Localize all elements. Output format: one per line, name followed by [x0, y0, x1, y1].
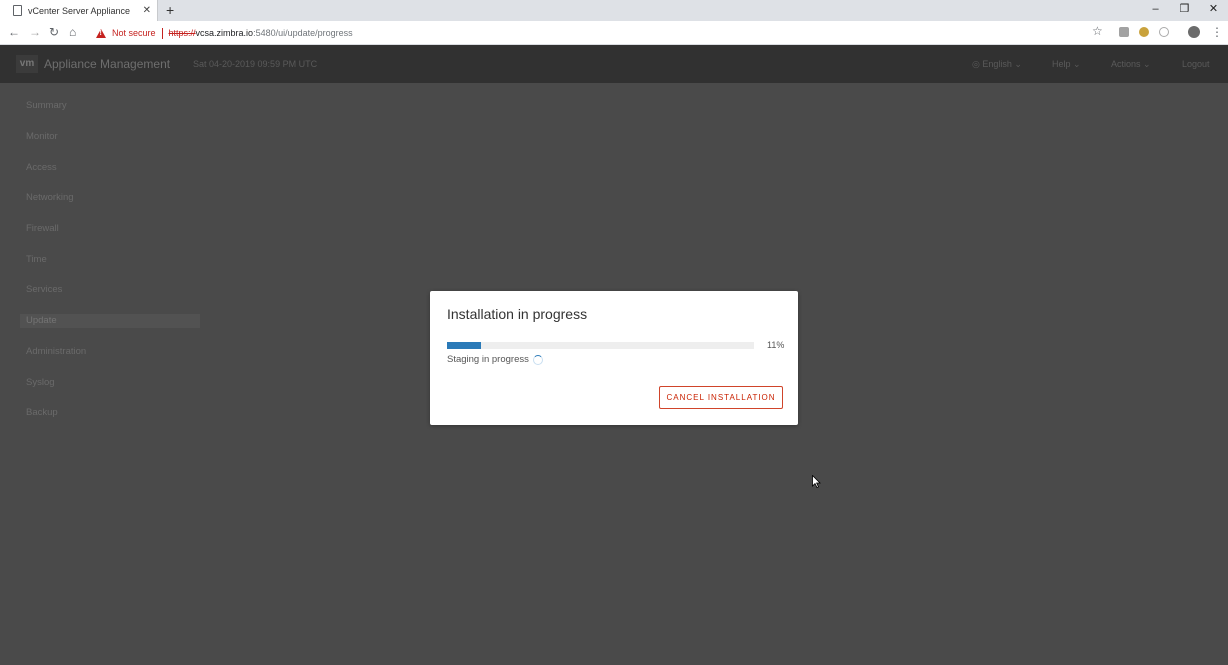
sidebar-item-administration[interactable]: Administration	[20, 345, 200, 359]
sidebar-item-access[interactable]: Access	[20, 161, 200, 175]
extension-icon-2[interactable]	[1139, 27, 1149, 37]
sidebar-item-monitor[interactable]: Monitor	[20, 130, 200, 144]
sidebar-item-backup[interactable]: Backup	[20, 406, 200, 420]
actions-menu[interactable]: Actions ⌄	[1111, 59, 1151, 70]
progress-bar	[447, 342, 754, 349]
vmware-logo: vm	[16, 55, 38, 73]
sidebar-item-time[interactable]: Time	[20, 253, 200, 267]
warning-icon	[96, 28, 106, 38]
status-text: Staging in progress	[447, 354, 529, 365]
browser-tab[interactable]: vCenter Server Appliance ✕	[0, 0, 158, 21]
minimize-button[interactable]: –	[1141, 0, 1170, 21]
app-header: vm Appliance Management Sat 04-20-2019 0…	[0, 45, 1228, 83]
app-title: Appliance Management	[44, 57, 171, 71]
address-bar[interactable]: Not secure https:// vcsa.zimbra.io :5480…	[91, 23, 1111, 43]
extension-icon-1[interactable]	[1119, 27, 1129, 37]
sidebar-item-networking[interactable]: Networking	[20, 191, 200, 205]
sidebar-item-update[interactable]: Update	[20, 314, 200, 328]
back-arrow-icon[interactable]: ←	[8, 25, 20, 39]
browser-toolbar: ← → ↻ ⌂ Not secure https:// vcsa.zimbra.…	[0, 21, 1228, 45]
mouse-cursor-icon	[812, 475, 821, 488]
sidebar-item-summary[interactable]: Summary	[20, 99, 200, 113]
dialog-title: Installation in progress	[447, 306, 588, 322]
new-tab-button[interactable]: +	[166, 2, 174, 18]
url-host: vcsa.zimbra.io	[195, 28, 254, 38]
header-datetime: Sat 04-20-2019 09:59 PM UTC	[193, 59, 318, 69]
close-window-button[interactable]: ✕	[1199, 0, 1228, 21]
url-path: :5480/ui/update/progress	[253, 28, 353, 38]
help-menu[interactable]: Help ⌄	[1052, 59, 1081, 70]
home-icon[interactable]: ⌂	[69, 25, 76, 39]
window-controls: – ❐ ✕	[1141, 0, 1228, 21]
spinner-icon	[532, 354, 543, 365]
browser-menu-icon[interactable]: ⋮	[1211, 25, 1223, 39]
installation-progress-dialog: Installation in progress 11% Staging in …	[430, 291, 798, 425]
not-secure-label[interactable]: Not secure	[112, 28, 156, 38]
tab-title: vCenter Server Appliance	[28, 5, 131, 16]
sidebar-item-syslog[interactable]: Syslog	[20, 376, 200, 390]
page-icon	[13, 5, 22, 16]
bookmark-star-icon[interactable]: ☆	[1092, 24, 1103, 38]
omnibox-separator	[161, 27, 163, 39]
url-scheme: https://	[168, 28, 196, 38]
browser-tab-strip: vCenter Server Appliance ✕ + – ❐ ✕	[0, 0, 1228, 21]
forward-arrow-icon[interactable]: →	[29, 25, 41, 39]
reload-icon[interactable]: ↻	[49, 25, 59, 39]
restore-button[interactable]: ❐	[1170, 0, 1199, 21]
status-row: Staging in progress	[447, 354, 543, 365]
profile-avatar-icon[interactable]	[1188, 26, 1200, 38]
progress-percent: 11%	[767, 340, 785, 350]
sidebar-item-firewall[interactable]: Firewall	[20, 222, 200, 236]
sidebar-item-services[interactable]: Services	[20, 283, 200, 297]
progress-bar-fill	[447, 342, 481, 349]
extension-icon-3[interactable]	[1159, 27, 1169, 37]
language-menu[interactable]: ◎ English ⌄	[972, 59, 1022, 70]
tab-close-icon[interactable]: ✕	[143, 5, 151, 16]
logout-link[interactable]: Logout	[1182, 59, 1210, 69]
cancel-installation-button[interactable]: CANCEL INSTALLATION	[659, 386, 783, 409]
